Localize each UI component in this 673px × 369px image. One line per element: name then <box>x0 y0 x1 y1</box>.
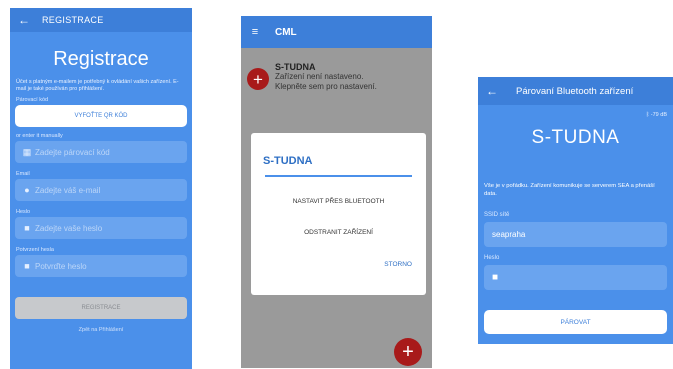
password-label: Heslo <box>484 255 500 261</box>
signal-value: -79 dB <box>650 112 667 118</box>
add-device-button[interactable]: + <box>394 338 422 366</box>
setup-bluetooth-option[interactable]: NASTAVIT PŘES BLUETOOTH <box>251 198 426 205</box>
pairing-code-input[interactable]: ▦ Zadejte párovací kód <box>15 141 187 163</box>
device-hint: Klepněte sem pro nastavení. <box>275 82 377 91</box>
pairing-code-label: Párovací kód <box>16 97 49 103</box>
device-list-screen: ≡ CML + S-TUDNA Zařízení není nastaveno.… <box>241 16 432 368</box>
confirm-password-input[interactable]: ■ Potvrďte heslo <box>15 255 187 277</box>
pair-button[interactable]: PÁROVAT <box>484 310 667 334</box>
page-title: Registrace <box>53 48 149 70</box>
scan-qr-button[interactable]: VYFOŤTE QR KÓD <box>15 105 187 127</box>
pairing-code-placeholder: Zadejte párovací kód <box>35 147 110 157</box>
dialog-title: S-TUDNA <box>263 155 313 167</box>
device-name: S-TUDNA <box>275 62 316 72</box>
lock-icon: ■ <box>492 272 499 283</box>
hamburger-menu-icon[interactable]: ≡ <box>245 26 265 38</box>
password-input[interactable]: ■ <box>484 265 667 290</box>
confirm-password-label: Potvrzení hesla <box>16 247 54 253</box>
arrow-left-icon[interactable]: ← <box>482 84 502 98</box>
ssid-input[interactable]: seapraha <box>484 222 667 247</box>
arrow-left-icon[interactable]: ← <box>14 13 34 27</box>
register-button[interactable]: REGISTRACE <box>15 297 187 319</box>
app-bar: ← REGISTRACE <box>10 8 192 32</box>
back-to-login-link[interactable]: Zpět na Přihlášení <box>10 327 192 333</box>
device-title: S-TUDNA <box>531 127 620 148</box>
password-label: Heslo <box>16 209 31 215</box>
app-bar-title: REGISTRACE <box>42 15 104 25</box>
email-placeholder: Zadejte váš e-mail <box>35 185 101 195</box>
lock-icon: ■ <box>24 223 30 233</box>
manual-entry-label: or enter it manually <box>16 133 63 139</box>
plus-icon: + <box>402 341 414 363</box>
password-input[interactable]: ■ Zadejte vaše heslo <box>15 217 187 239</box>
intro-text: Účet s platným e-mailem je potřebný k ov… <box>16 79 179 92</box>
device-options-dialog: S-TUDNA NASTAVIT PŘES BLUETOOTH ODSTRANI… <box>251 133 426 295</box>
device-list-item[interactable]: + S-TUDNA Zařízení není nastaveno. Klepn… <box>241 56 432 111</box>
cancel-button[interactable]: STORNO <box>384 261 412 268</box>
bluetooth-pairing-screen: ← Párovaní Bluetooth zařízení ᛒ -79 dB S… <box>478 77 673 344</box>
lock-icon: ■ <box>24 261 30 271</box>
status-message: Vše je v pořádku. Zařízení komunikuje se… <box>484 183 655 197</box>
signal-strength: ᛒ -79 dB <box>646 112 667 118</box>
grid-icon: ▦ <box>22 146 32 157</box>
app-bar: ≡ CML <box>241 16 432 48</box>
confirm-password-placeholder: Potvrďte heslo <box>35 261 87 271</box>
app-bar-title: Párovaní Bluetooth zařízení <box>516 85 634 97</box>
ssid-label: SSID sítě <box>484 212 510 218</box>
app-bar: ← Párovaní Bluetooth zařízení <box>478 77 673 105</box>
remove-device-option[interactable]: ODSTRANIT ZAŘÍZENÍ <box>251 229 426 236</box>
password-placeholder: Zadejte vaše heslo <box>35 223 103 233</box>
registration-screen: ← REGISTRACE Registrace Účet s platným e… <box>10 8 192 369</box>
bluetooth-icon: ᛒ <box>645 112 650 118</box>
user-icon: ● <box>24 185 30 195</box>
plus-icon: + <box>247 68 269 90</box>
app-bar-title: CML <box>275 26 297 38</box>
email-label: Email <box>16 171 30 177</box>
device-status: Zařízení není nastaveno. <box>275 72 364 81</box>
dialog-divider <box>265 175 412 177</box>
email-input[interactable]: ● Zadejte váš e-mail <box>15 179 187 201</box>
